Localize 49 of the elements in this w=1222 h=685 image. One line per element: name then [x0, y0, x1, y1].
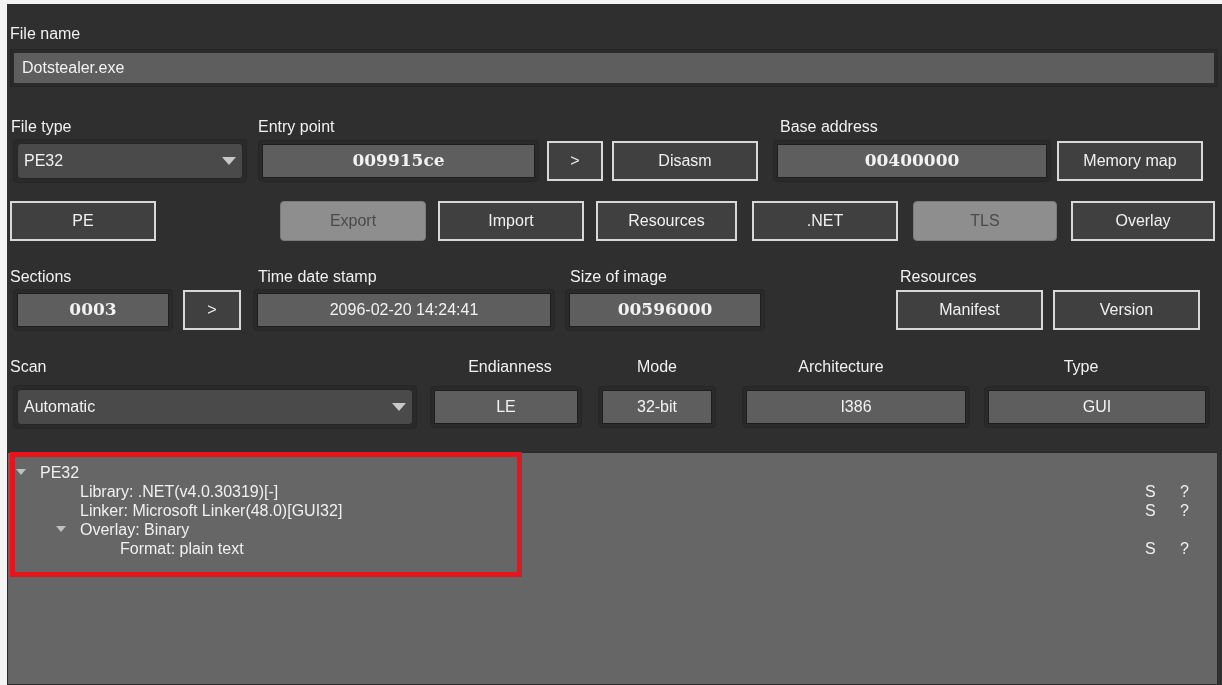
field-label: Architecture [797, 357, 885, 377]
field-label: Base address [780, 117, 878, 137]
field-label: Resources [900, 267, 977, 287]
flag-text: S [1145, 500, 1157, 521]
field-label: File type [11, 117, 73, 137]
size-of-image-value[interactable]: 00596000 [569, 293, 761, 327]
field-label: Type [1062, 357, 1100, 377]
flag-text: S [1145, 538, 1157, 559]
field-label: Sections [10, 267, 73, 287]
button[interactable]: Overlay [1071, 201, 1215, 241]
button[interactable]: Disasm [612, 141, 758, 181]
flag-text: ? [1180, 538, 1190, 559]
button[interactable]: > [183, 290, 241, 330]
field-label: Size of image [570, 267, 668, 287]
dropdown-arrow-icon [222, 157, 236, 165]
entry-point-value[interactable]: 009915ce [262, 144, 535, 178]
flag-text: ? [1180, 481, 1190, 502]
field-label: File name [10, 24, 82, 44]
field-label: Time date stamp [258, 267, 378, 287]
button[interactable]: Manifest [896, 290, 1043, 330]
field-label: Entry point [258, 117, 336, 137]
tree-item[interactable]: Library: .NET(v4.0.30319)[-] [80, 479, 279, 504]
sections-value[interactable]: 0003 [17, 293, 169, 327]
architecture-value[interactable]: I386 [746, 390, 966, 424]
file-name-field[interactable]: Dotstealer.exe [14, 53, 1214, 83]
field-label: Mode [636, 357, 678, 377]
base-address-value[interactable]: 00400000 [777, 144, 1047, 178]
time-date-stamp-value[interactable]: 2096-02-20 14:24:41 [257, 293, 551, 327]
flag-text: S [1145, 481, 1157, 502]
expanded-arrow-icon[interactable] [56, 525, 66, 534]
tree-item[interactable]: Overlay: Binary [80, 517, 190, 542]
type-value[interactable]: GUI [988, 390, 1206, 424]
expanded-arrow-icon[interactable] [16, 468, 26, 477]
field-label: Endianness [467, 357, 553, 377]
mode-value[interactable]: 32-bit [602, 390, 712, 424]
dropdown-arrow-icon [392, 403, 406, 411]
dropdown[interactable]: Automatic [17, 389, 413, 425]
button[interactable]: > [547, 141, 603, 181]
button[interactable]: Resources [596, 201, 737, 241]
button[interactable]: Memory map [1057, 141, 1203, 181]
button[interactable]: PE [10, 201, 156, 241]
dropdown[interactable]: PE32 [17, 143, 243, 179]
field-label: Scan [10, 357, 48, 377]
flag-text: ? [1180, 500, 1190, 521]
button[interactable]: Version [1053, 290, 1200, 330]
button[interactable]: .NET [752, 201, 898, 241]
endianness-value[interactable]: LE [434, 390, 578, 424]
tree-item[interactable]: PE32 [40, 460, 80, 485]
button[interactable]: Import [438, 201, 584, 241]
